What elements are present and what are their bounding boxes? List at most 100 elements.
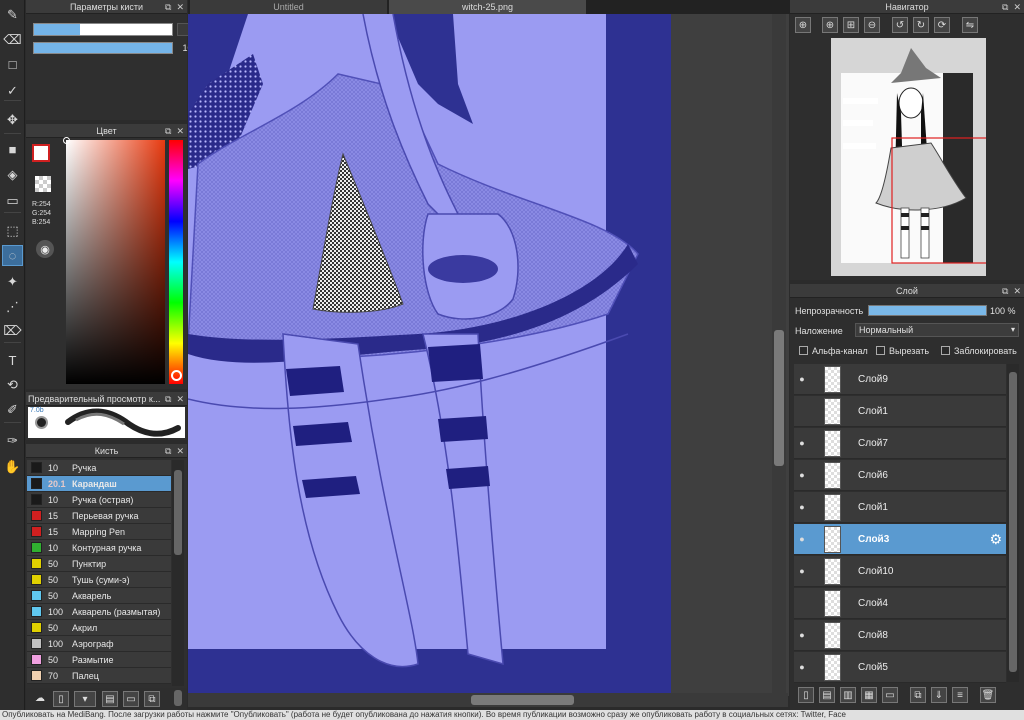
bucket-tool-icon[interactable]: ◈ bbox=[2, 164, 23, 185]
new-folder-icon[interactable]: ▭ bbox=[882, 687, 898, 703]
layer-row[interactable]: ● Слой3 ⚙ bbox=[794, 524, 1006, 555]
visibility-icon[interactable]: ● bbox=[795, 502, 809, 512]
brush-list-item[interactable]: 50 Пунктир bbox=[27, 556, 171, 572]
layer-row[interactable]: ● Слой5 bbox=[794, 652, 1006, 683]
undock-icon[interactable]: ⧉ bbox=[165, 2, 171, 13]
visibility-icon[interactable]: ● bbox=[795, 438, 809, 448]
zoom-actual-icon[interactable]: ⊞ bbox=[843, 17, 859, 33]
visibility-icon[interactable]: ● bbox=[795, 566, 809, 576]
select-eraser-tool-icon[interactable]: ⌦ bbox=[2, 320, 23, 341]
palette-icon[interactable]: ◉ bbox=[36, 240, 54, 258]
layer-row[interactable]: Слой1 bbox=[794, 396, 1006, 427]
visibility-icon[interactable]: ● bbox=[795, 662, 809, 672]
reset-rotation-icon[interactable]: ⟳ bbox=[934, 17, 950, 33]
rectangle-tool-icon[interactable]: □ bbox=[2, 54, 23, 75]
layer-row[interactable]: ● Слой1 bbox=[794, 492, 1006, 523]
brush-tool-icon[interactable]: ✎ bbox=[2, 4, 23, 25]
text-tool-icon[interactable]: T bbox=[2, 350, 23, 371]
layer-row[interactable]: ● Слой7 bbox=[794, 428, 1006, 459]
correction-tool-icon[interactable]: ✓ bbox=[2, 80, 23, 101]
gear-icon[interactable]: ⚙ bbox=[989, 531, 1002, 548]
new-8bit-layer-icon[interactable]: ▥ bbox=[840, 687, 856, 703]
canvas-viewport[interactable] bbox=[188, 14, 789, 696]
blend-mode-select[interactable]: Нормальный ▾ bbox=[855, 323, 1019, 337]
undock-icon[interactable]: ⧉ bbox=[1002, 2, 1008, 13]
split-tool-icon[interactable]: ⟲ bbox=[2, 374, 23, 395]
layer-row[interactable]: Слой4 bbox=[794, 588, 1006, 619]
clip-box[interactable] bbox=[876, 346, 885, 355]
close-icon[interactable]: ✕ bbox=[176, 446, 184, 457]
gradient-tool-icon[interactable]: ▭ bbox=[2, 190, 23, 211]
hue-handle[interactable] bbox=[171, 370, 182, 381]
brush-list-item[interactable]: 50 Тушь (суми-э) bbox=[27, 572, 171, 588]
brush-list-item[interactable]: 50 Размытие bbox=[27, 652, 171, 668]
brush-folder-icon[interactable]: ▭ bbox=[123, 691, 139, 707]
canvas-vscrollbar[interactable] bbox=[772, 14, 786, 696]
close-icon[interactable]: ✕ bbox=[1013, 286, 1021, 297]
drawing-canvas[interactable] bbox=[188, 14, 789, 696]
eyedropper-tool-icon[interactable]: ✑ bbox=[2, 430, 23, 451]
brush-list-item[interactable]: 100 Акварель (размытая) bbox=[27, 604, 171, 620]
rotate-right-icon[interactable]: ↻ bbox=[913, 17, 929, 33]
brush-list-hscroll[interactable] bbox=[174, 690, 182, 706]
hue-slider[interactable] bbox=[169, 140, 183, 384]
transparent-color-swatch[interactable] bbox=[35, 176, 51, 192]
layer-row[interactable]: ● Слой9 bbox=[794, 364, 1006, 395]
brush-list-scroll-thumb[interactable] bbox=[174, 470, 182, 555]
close-icon[interactable]: ✕ bbox=[176, 2, 184, 13]
flip-icon[interactable]: ⇋ bbox=[962, 17, 978, 33]
layer-list-scroll-thumb[interactable] bbox=[1009, 372, 1017, 672]
zoom-fit-icon[interactable]: ⊕ bbox=[795, 17, 811, 33]
canvas-hscrollbar[interactable] bbox=[188, 693, 788, 707]
lock-checkbox[interactable]: Заблокировать bbox=[941, 346, 1017, 356]
layer-row[interactable]: ● Слой10 bbox=[794, 556, 1006, 587]
visibility-icon[interactable]: ● bbox=[795, 374, 809, 384]
brush-list-item[interactable]: 10 Ручка (острая) bbox=[27, 492, 171, 508]
new-brush-icon[interactable]: ▯ bbox=[53, 691, 69, 707]
zoom-out-icon[interactable]: ⊖ bbox=[864, 17, 880, 33]
undock-icon[interactable]: ⧉ bbox=[165, 446, 171, 457]
brush-opacity-slider[interactable] bbox=[33, 42, 173, 54]
rotate-left-icon[interactable]: ↺ bbox=[892, 17, 908, 33]
alpha-lock-box[interactable] bbox=[799, 346, 808, 355]
brush-settings-icon[interactable]: ▤ bbox=[102, 691, 118, 707]
duplicate-layer-icon[interactable]: ⧉ bbox=[910, 687, 926, 703]
lock-box[interactable] bbox=[941, 346, 950, 355]
close-icon[interactable]: ✕ bbox=[176, 126, 184, 137]
select-pen-tool-icon[interactable]: ⋰ bbox=[2, 296, 23, 317]
layer-opacity-slider[interactable] bbox=[868, 305, 987, 316]
canvas-hscroll-thumb[interactable] bbox=[471, 695, 574, 705]
move-tool-icon[interactable]: ✥ bbox=[2, 109, 23, 130]
brush-list-scrollbar[interactable] bbox=[172, 460, 184, 686]
tab-witch[interactable]: witch-25.png bbox=[389, 0, 586, 14]
brush-list-item[interactable]: 15 Перьевая ручка bbox=[27, 508, 171, 524]
zoom-in-icon[interactable]: ⊕ bbox=[822, 17, 838, 33]
alpha-lock-checkbox[interactable]: Альфа-канал bbox=[799, 346, 868, 356]
visibility-icon[interactable]: ● bbox=[795, 534, 809, 544]
brush-list-item[interactable]: 70 Палец bbox=[27, 668, 171, 684]
add-brush-cloud-icon[interactable]: ☁ bbox=[32, 690, 48, 706]
brush-copy-icon[interactable]: ⧉ bbox=[144, 691, 160, 707]
new-tone-layer-icon[interactable]: ▦ bbox=[861, 687, 877, 703]
blur-tool-icon[interactable]: ✐ bbox=[2, 399, 23, 420]
clip-checkbox[interactable]: Вырезать bbox=[876, 346, 929, 356]
new-layer-icon[interactable]: ▯ bbox=[798, 687, 814, 703]
magic-wand-tool-icon[interactable]: ✦ bbox=[2, 271, 23, 292]
fill-tool-icon[interactable]: ■ bbox=[2, 139, 23, 160]
brush-list-item[interactable]: 20.1Карандаш⚙ bbox=[27, 476, 171, 492]
new-halftone-layer-icon[interactable]: ▤ bbox=[819, 687, 835, 703]
hand-tool-icon[interactable]: ✋ bbox=[2, 456, 23, 477]
brush-list-item[interactable]: 100 Аэрограф bbox=[27, 636, 171, 652]
layer-menu-icon[interactable]: ≡ bbox=[952, 687, 968, 703]
visibility-icon[interactable]: ● bbox=[795, 630, 809, 640]
brush-menu-icon[interactable]: ▾ bbox=[74, 691, 96, 707]
brush-size-slider[interactable] bbox=[33, 23, 173, 36]
canvas-vscroll-thumb[interactable] bbox=[774, 330, 784, 466]
layer-list-scrollbar[interactable] bbox=[1007, 364, 1019, 682]
close-icon[interactable]: ✕ bbox=[176, 394, 184, 405]
brush-list-item[interactable]: 10 Контурная ручка bbox=[27, 540, 171, 556]
layer-row[interactable]: ● Слой8 bbox=[794, 620, 1006, 651]
undock-icon[interactable]: ⧉ bbox=[165, 126, 171, 137]
layer-row[interactable]: ● Слой6 bbox=[794, 460, 1006, 491]
brush-list-item[interactable]: 50 Акрил bbox=[27, 620, 171, 636]
